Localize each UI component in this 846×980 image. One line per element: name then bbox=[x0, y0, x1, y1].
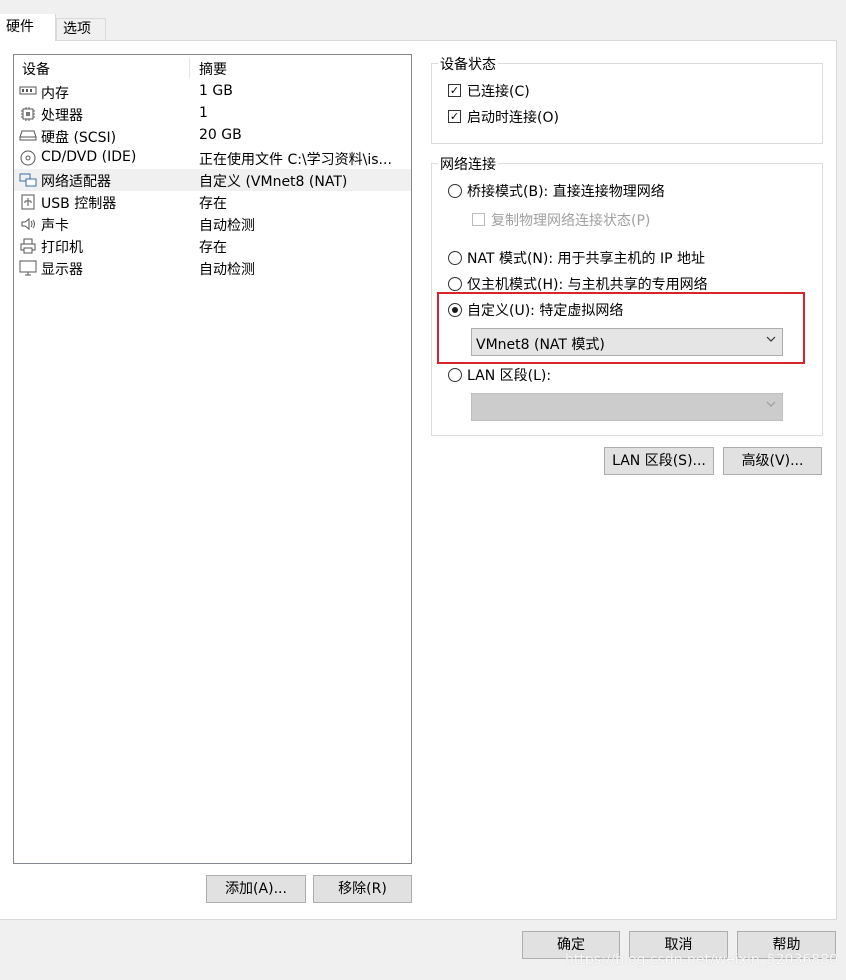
device-row-processor[interactable]: 处理器 1 bbox=[14, 103, 411, 125]
lan-segment-radio[interactable] bbox=[448, 368, 462, 382]
device-summary: 正在使用文件 C:\学习资料\is... bbox=[199, 152, 392, 168]
memory-icon bbox=[19, 84, 37, 100]
network-connection-title: 网络连接 bbox=[438, 154, 498, 174]
device-summary: 自动检测 bbox=[199, 218, 255, 234]
device-name: 显示器 bbox=[41, 262, 83, 278]
connected-checkbox[interactable]: ✓ bbox=[448, 84, 461, 97]
device-status-title: 设备状态 bbox=[438, 54, 498, 74]
speaker-icon bbox=[19, 216, 37, 232]
tab-hardware-label: 硬件 bbox=[6, 19, 34, 35]
column-header-summary[interactable]: 摘要 bbox=[199, 59, 227, 79]
connected-label[interactable]: 已连接(C) bbox=[467, 81, 530, 101]
chevron-down-icon bbox=[766, 336, 776, 342]
add-device-button[interactable]: 添加(A)... bbox=[206, 875, 306, 903]
cpu-icon bbox=[19, 106, 37, 122]
device-row-harddisk[interactable]: 硬盘 (SCSI) 20 GB bbox=[14, 125, 411, 147]
device-row-printer[interactable]: 打印机 存在 bbox=[14, 235, 411, 257]
device-summary: 存在 bbox=[199, 240, 227, 256]
connect-on-start-label[interactable]: 启动时连接(O) bbox=[467, 107, 559, 127]
device-name: 内存 bbox=[41, 86, 69, 102]
lan-segment-label[interactable]: LAN 区段(L): bbox=[467, 365, 551, 385]
device-summary: 20 GB bbox=[199, 127, 242, 143]
device-status-group bbox=[431, 63, 823, 144]
device-name: USB 控制器 bbox=[41, 196, 117, 212]
device-summary: 自动检测 bbox=[199, 262, 255, 278]
bridged-radio[interactable] bbox=[448, 184, 462, 198]
bridged-label[interactable]: 桥接模式(B): 直接连接物理网络 bbox=[467, 181, 665, 201]
custom-radio[interactable] bbox=[448, 303, 462, 317]
connect-on-start-checkbox[interactable]: ✓ bbox=[448, 110, 461, 123]
device-summary: 1 bbox=[199, 105, 208, 121]
remove-device-button[interactable]: 移除(R) bbox=[313, 875, 412, 903]
harddisk-icon bbox=[19, 128, 37, 144]
lan-segments-button[interactable]: LAN 区段(S)... bbox=[604, 447, 714, 475]
device-row-network-adapter[interactable]: 网络适配器 自定义 (VMnet8 (NAT) bbox=[14, 169, 411, 191]
device-name: 声卡 bbox=[41, 218, 69, 234]
network-icon bbox=[19, 172, 37, 188]
device-list[interactable]: 设备 摘要 内存 1 GB 处理器 1 硬盘 (SCSI) 20 GB CD/D… bbox=[13, 54, 412, 864]
cd-icon bbox=[19, 150, 37, 166]
device-summary: 1 GB bbox=[199, 83, 233, 99]
column-separator[interactable] bbox=[189, 58, 190, 78]
lan-segment-select[interactable] bbox=[471, 393, 783, 421]
chevron-down-icon bbox=[766, 401, 776, 407]
device-summary: 自定义 (VMnet8 (NAT) bbox=[199, 174, 348, 190]
custom-network-select[interactable]: VMnet8 (NAT 模式) bbox=[471, 328, 783, 356]
device-name: 处理器 bbox=[41, 108, 83, 124]
tab-options[interactable]: 选项 bbox=[56, 18, 106, 40]
custom-network-value: VMnet8 (NAT 模式) bbox=[476, 337, 605, 353]
device-list-header: 设备 摘要 bbox=[14, 55, 411, 81]
device-name: 网络适配器 bbox=[41, 174, 111, 190]
device-name: 打印机 bbox=[41, 240, 83, 256]
device-row-memory[interactable]: 内存 1 GB bbox=[14, 81, 411, 103]
tab-hardware[interactable]: 硬件 bbox=[0, 14, 56, 41]
device-summary: 存在 bbox=[199, 196, 227, 212]
device-row-display[interactable]: 显示器 自动检测 bbox=[14, 257, 411, 279]
advanced-button[interactable]: 高级(V)... bbox=[723, 447, 822, 475]
device-name: 硬盘 (SCSI) bbox=[41, 130, 117, 146]
host-only-label[interactable]: 仅主机模式(H): 与主机共享的专用网络 bbox=[467, 274, 708, 294]
column-header-device[interactable]: 设备 bbox=[22, 59, 50, 79]
device-row-usb[interactable]: USB 控制器 存在 bbox=[14, 191, 411, 213]
replicate-state-label[interactable]: 复制物理网络连接状态(P) bbox=[491, 210, 650, 230]
watermark: https://blog.csdn.net/weixin_52036880 bbox=[564, 952, 838, 968]
monitor-icon bbox=[19, 260, 37, 276]
device-name: CD/DVD (IDE) bbox=[41, 149, 137, 165]
nat-label[interactable]: NAT 模式(N): 用于共享主机的 IP 地址 bbox=[467, 248, 705, 268]
nat-radio[interactable] bbox=[448, 251, 462, 265]
printer-icon bbox=[19, 238, 37, 254]
usb-icon bbox=[19, 194, 37, 210]
device-row-sound[interactable]: 声卡 自动检测 bbox=[14, 213, 411, 235]
custom-label[interactable]: 自定义(U): 特定虚拟网络 bbox=[467, 300, 623, 320]
host-only-radio[interactable] bbox=[448, 277, 462, 291]
tab-options-label: 选项 bbox=[63, 21, 91, 37]
check-icon: ✓ bbox=[449, 110, 460, 123]
device-row-cd-dvd[interactable]: CD/DVD (IDE) 正在使用文件 C:\学习资料\is... bbox=[14, 147, 411, 169]
check-icon: ✓ bbox=[449, 84, 460, 97]
replicate-state-checkbox[interactable] bbox=[472, 213, 485, 226]
